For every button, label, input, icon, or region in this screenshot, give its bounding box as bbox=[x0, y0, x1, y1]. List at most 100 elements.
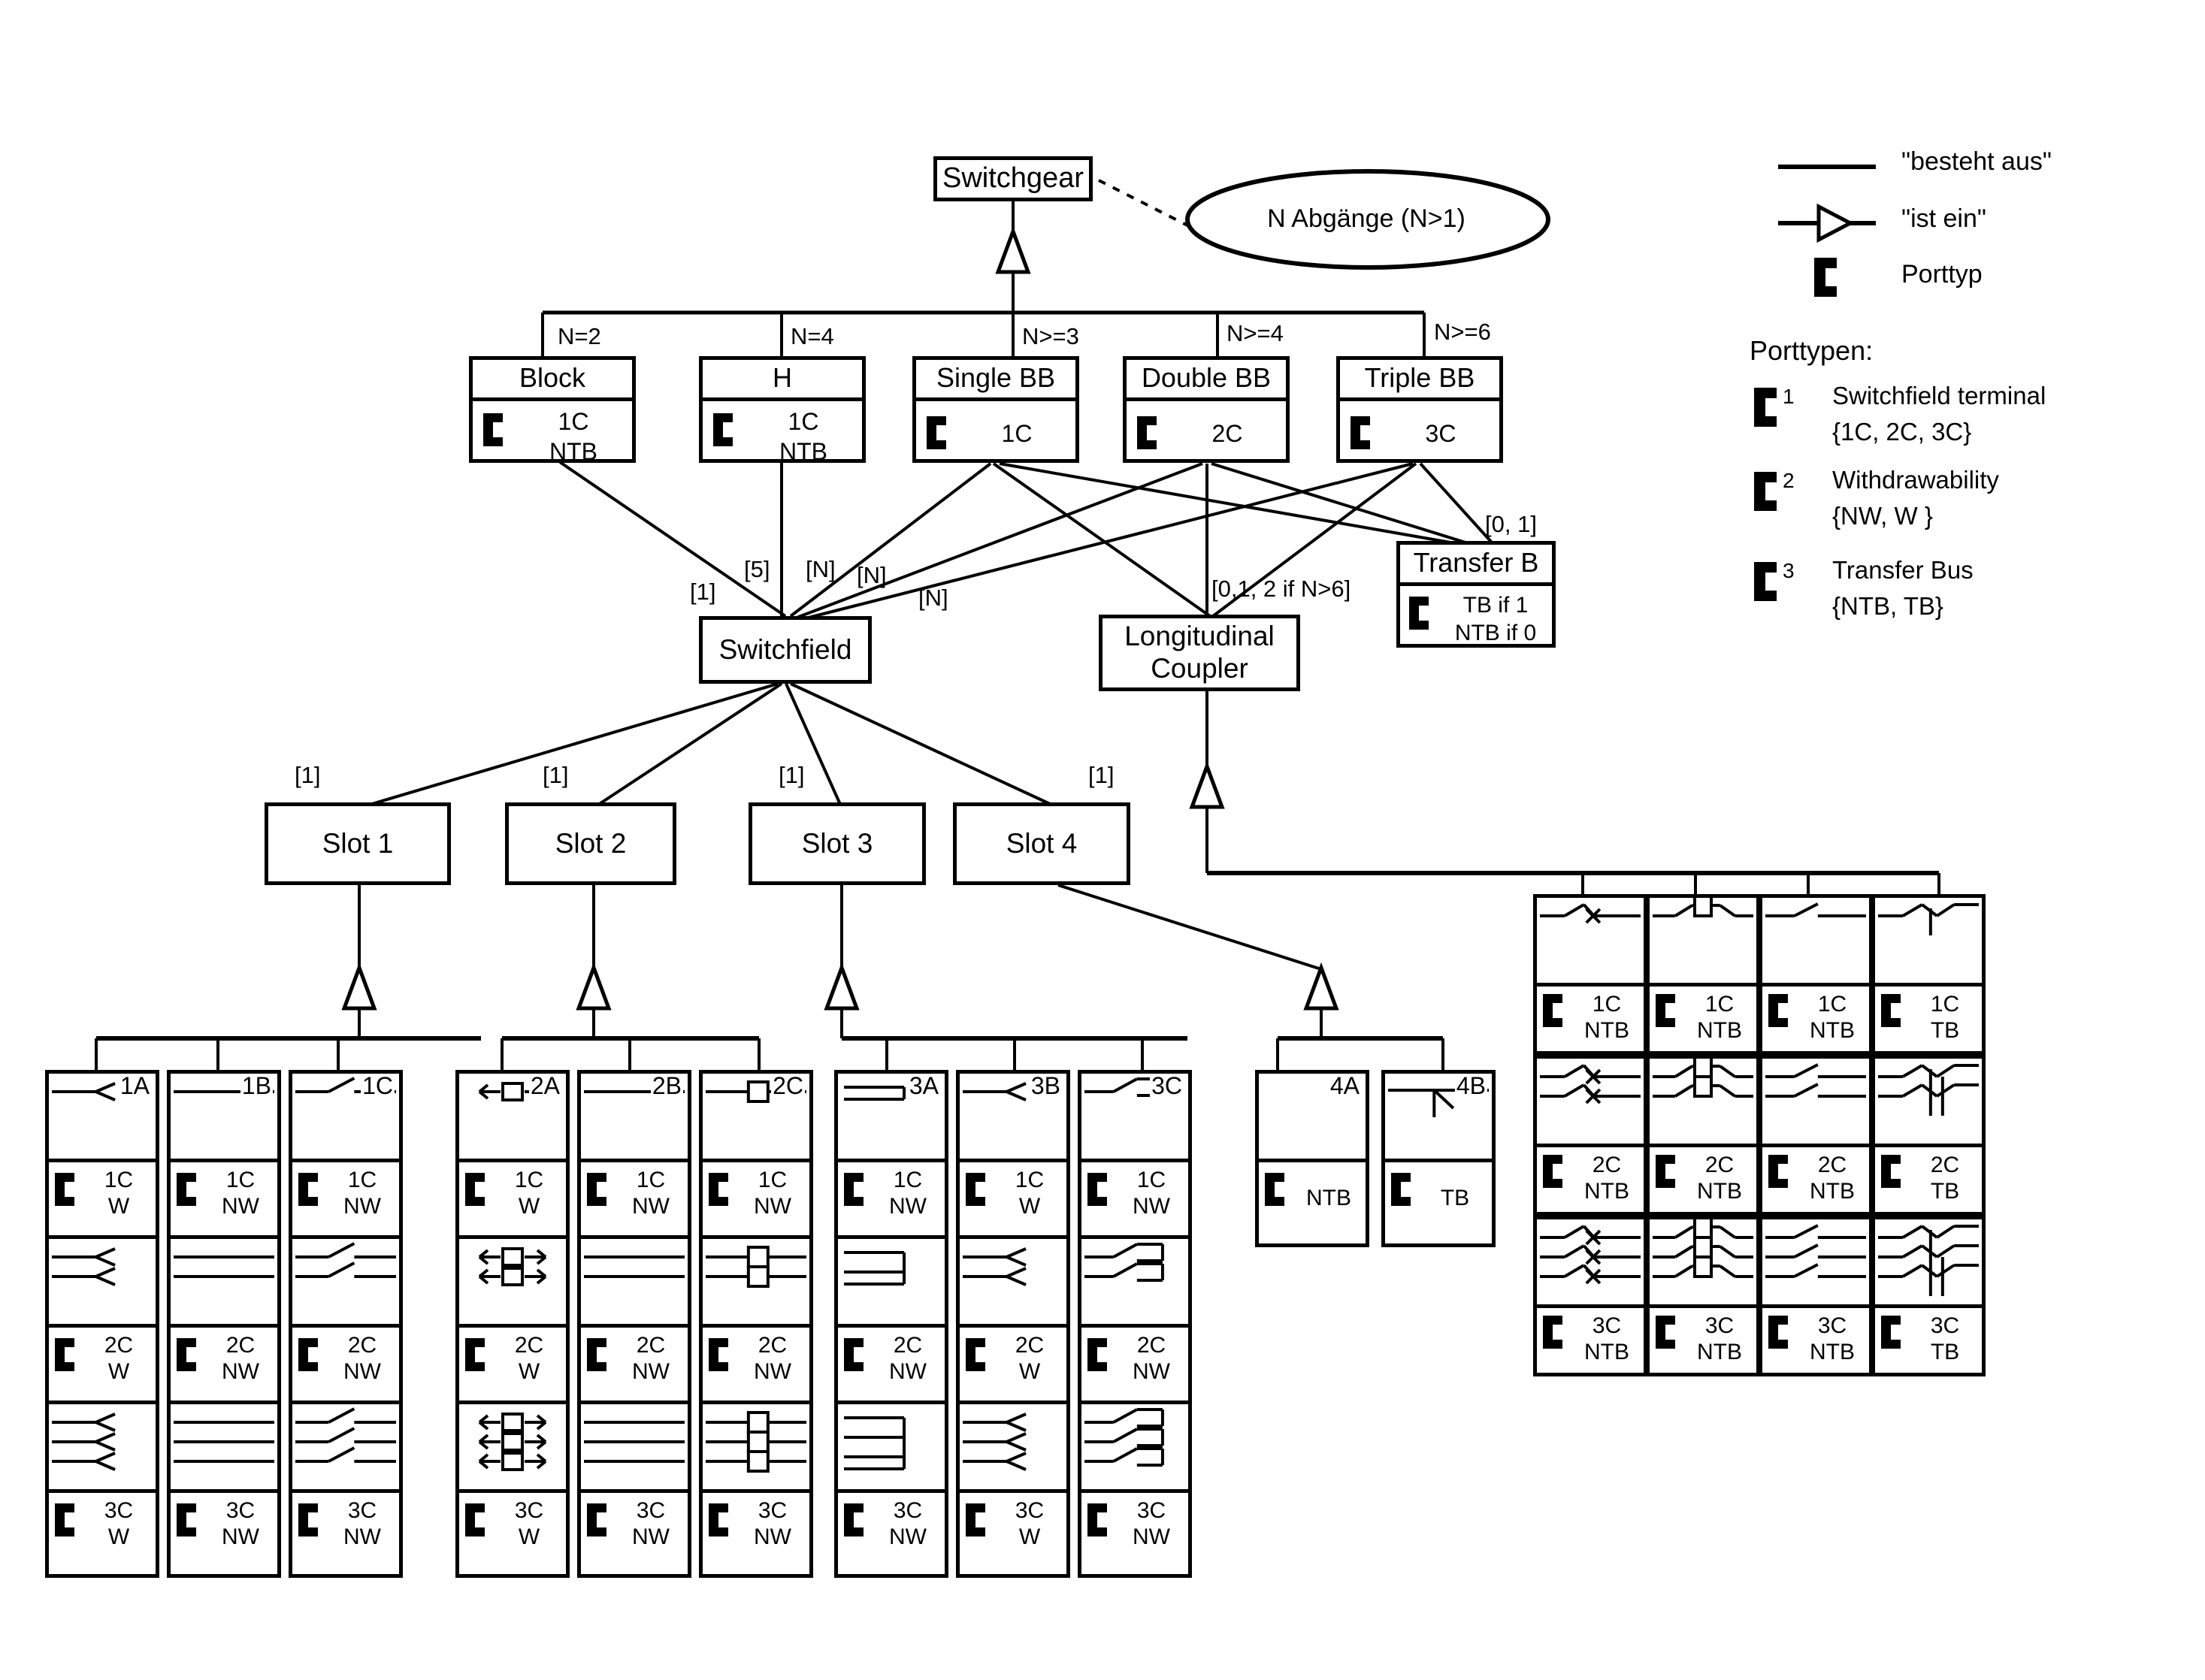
symbol-card[interactable]: 2C W bbox=[956, 1235, 1070, 1413]
port-type-icon bbox=[844, 1338, 864, 1371]
symbol-card-port2: NW bbox=[1133, 1524, 1170, 1550]
coupler-card-port1: 3C bbox=[1704, 1313, 1735, 1338]
symbol-card-graphic bbox=[49, 1239, 156, 1328]
edge-label-double-bb-mult: N>=4 bbox=[1227, 320, 1284, 346]
symbol-card-ports: 3C NW bbox=[292, 1493, 399, 1582]
symbol-card[interactable]: 2C W bbox=[455, 1235, 570, 1413]
coupler-card-port1: 3C bbox=[1592, 1313, 1622, 1338]
legend-porttype-3-num: 3 bbox=[1783, 559, 1795, 582]
coupler-symbol-card[interactable]: 1C NTB bbox=[1646, 894, 1760, 1055]
port-type-icon bbox=[298, 1173, 318, 1206]
port-type-icon bbox=[1391, 1173, 1411, 1206]
node-longitudinal-coupler-label-2: Coupler bbox=[1151, 653, 1248, 684]
symbol-card-port2: W bbox=[518, 1524, 540, 1550]
symbol-card-graphic: 4B bbox=[1385, 1074, 1492, 1162]
symbol-card[interactable]: 3C 1C NW bbox=[1078, 1070, 1192, 1247]
symbol-card[interactable]: 2C NW bbox=[1078, 1235, 1192, 1413]
port-type-icon bbox=[1543, 1316, 1562, 1349]
coupler-card-port2: TB bbox=[1930, 1340, 1960, 1365]
node-single-bb[interactable]: Single BB 1C bbox=[912, 356, 1079, 463]
node-slot-2[interactable]: Slot 2 bbox=[505, 802, 676, 885]
symbol-card[interactable]: 3A 1C NW bbox=[834, 1070, 948, 1247]
port-type-icon bbox=[55, 1173, 74, 1206]
node-switchfield[interactable]: Switchfield bbox=[699, 616, 872, 684]
symbol-card[interactable]: 2C NW bbox=[167, 1235, 281, 1413]
node-transfer-b[interactable]: Transfer B TB if 1 NTB if 0 bbox=[1396, 541, 1556, 648]
coupler-symbol-card[interactable]: 3C NTB bbox=[1533, 1216, 1647, 1376]
symbol-card[interactable]: 3C NW bbox=[699, 1401, 813, 1578]
symbol-card-graphic: 2B bbox=[581, 1074, 688, 1162]
symbol-card[interactable]: 3C W bbox=[45, 1401, 159, 1578]
symbol-card[interactable]: 2C NW bbox=[289, 1235, 403, 1413]
symbol-card[interactable]: 3C NW bbox=[167, 1401, 281, 1578]
coupler-symbol-card[interactable]: 1C NTB bbox=[1759, 894, 1873, 1055]
symbol-card[interactable]: 3C W bbox=[956, 1401, 1070, 1578]
symbol-card-port1: 2C bbox=[1015, 1333, 1045, 1358]
symbol-card-port2: W bbox=[107, 1194, 130, 1219]
node-h[interactable]: H 1C NTB bbox=[699, 356, 866, 465]
coupler-symbol-card[interactable]: 2C NTB bbox=[1533, 1055, 1647, 1216]
node-triple-bb[interactable]: Triple BB 3C bbox=[1336, 356, 1503, 463]
symbol-card[interactable]: 2C 1C NW bbox=[699, 1070, 813, 1247]
port-type-icon bbox=[1881, 994, 1901, 1027]
symbol-card[interactable]: 2C NW bbox=[699, 1235, 813, 1413]
symbol-card[interactable]: 3C NW bbox=[577, 1401, 691, 1578]
symbol-card[interactable]: 3B 1C W bbox=[956, 1070, 1070, 1247]
symbol-card-graphic: 2A bbox=[459, 1074, 566, 1162]
node-longitudinal-coupler[interactable]: Longitudinal Coupler bbox=[1099, 615, 1300, 691]
coupler-card-ports: 2C NTB bbox=[1537, 1147, 1644, 1219]
symbol-card[interactable]: 3C NW bbox=[834, 1401, 948, 1578]
node-single-bb-title: Single BB bbox=[916, 360, 1075, 402]
coupler-symbol-card[interactable]: 3C NTB bbox=[1646, 1216, 1760, 1376]
symbol-card[interactable]: 3C W bbox=[455, 1401, 570, 1578]
symbol-card-port2: W bbox=[1018, 1359, 1041, 1385]
port-type-icon bbox=[1881, 1155, 1901, 1188]
symbol-card[interactable]: 4A NTB bbox=[1255, 1070, 1369, 1247]
coupler-card-graphic bbox=[1762, 1059, 1869, 1147]
node-double-bb[interactable]: Double BB 2C bbox=[1123, 356, 1290, 463]
node-switchgear[interactable]: Switchgear bbox=[933, 156, 1093, 201]
symbol-card-port2: NW bbox=[632, 1194, 670, 1219]
legend-porttype-2-line1: Withdrawability bbox=[1832, 466, 1999, 494]
symbol-card-port1: 2C bbox=[893, 1333, 923, 1358]
symbol-card-port2: NW bbox=[343, 1194, 381, 1219]
symbol-card[interactable]: 2C NW bbox=[834, 1235, 948, 1413]
coupler-symbol-card[interactable]: 1C TB bbox=[1871, 894, 1986, 1055]
coupler-symbol-card[interactable]: 1C NTB bbox=[1533, 894, 1647, 1055]
coupler-symbol-card[interactable]: 3C NTB bbox=[1759, 1216, 1873, 1376]
node-slot-1[interactable]: Slot 1 bbox=[265, 802, 451, 885]
symbol-card-port2: W bbox=[1018, 1524, 1041, 1550]
symbol-card-port1: 3C bbox=[225, 1498, 256, 1523]
symbol-card-graphic bbox=[292, 1404, 399, 1493]
symbol-card[interactable]: 1C 1C NW bbox=[289, 1070, 403, 1247]
node-block[interactable]: Block 1C NTB bbox=[469, 356, 636, 465]
symbol-card[interactable]: 3C NW bbox=[289, 1401, 403, 1578]
node-slot-4[interactable]: Slot 4 bbox=[953, 802, 1130, 885]
coupler-symbol-card[interactable]: 2C NTB bbox=[1646, 1055, 1760, 1216]
symbol-card-port1: 3C bbox=[893, 1498, 923, 1523]
symbol-card[interactable]: 2C NW bbox=[577, 1235, 691, 1413]
symbol-card-graphic bbox=[703, 1404, 809, 1493]
coupler-card-port2: TB bbox=[1930, 1018, 1960, 1044]
symbol-card-graphic bbox=[960, 1404, 1066, 1493]
symbol-card[interactable]: 2C W bbox=[45, 1235, 159, 1413]
symbol-card-port2: NW bbox=[632, 1524, 670, 1550]
symbol-card-port1: 3C bbox=[1015, 1498, 1045, 1523]
coupler-card-port2: NTB bbox=[1697, 1018, 1742, 1044]
symbol-card[interactable]: 2A 1C W bbox=[455, 1070, 570, 1247]
coupler-symbol-card[interactable]: 2C NTB bbox=[1759, 1055, 1873, 1216]
symbol-card[interactable]: 4B TB bbox=[1381, 1070, 1496, 1247]
symbol-card-port2: NW bbox=[889, 1194, 927, 1219]
node-slot-3[interactable]: Slot 3 bbox=[749, 802, 926, 885]
symbol-card-tag: 2B bbox=[650, 1074, 683, 1100]
symbol-card[interactable]: 2B 1C NW bbox=[577, 1070, 691, 1247]
coupler-symbol-card[interactable]: 2C TB bbox=[1871, 1055, 1986, 1216]
symbol-card[interactable]: 1B 1C NW bbox=[167, 1070, 281, 1247]
symbol-card[interactable]: 3C NW bbox=[1078, 1401, 1192, 1578]
symbol-card[interactable]: 1A 1C W bbox=[45, 1070, 159, 1247]
coupler-symbol-card[interactable]: 3C TB bbox=[1871, 1216, 1986, 1376]
edge-label-triple-to-switchfield: [N] bbox=[918, 585, 948, 611]
symbol-card-ports: 3C NW bbox=[1081, 1493, 1188, 1582]
symbol-card-graphic: 1C bbox=[292, 1074, 399, 1162]
node-single-bb-ports: 1C bbox=[916, 401, 1075, 453]
